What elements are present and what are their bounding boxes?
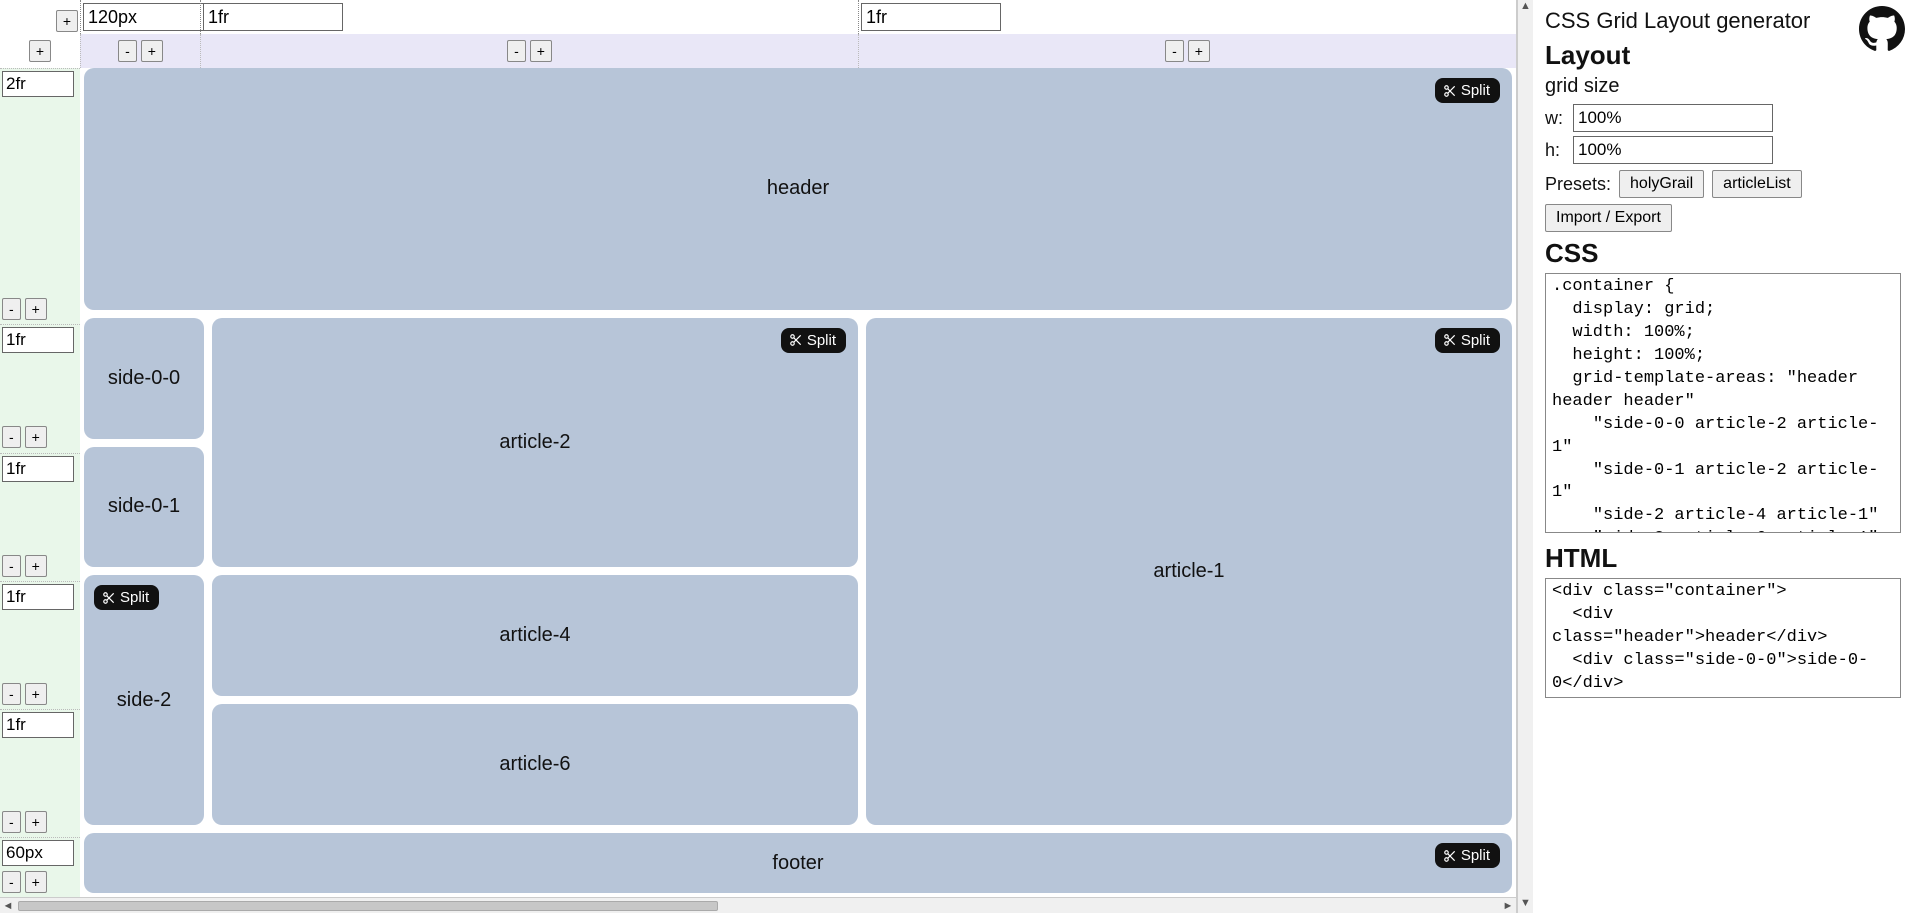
grid-area-header[interactable]: header Split [84,68,1512,310]
column-header-1 [200,0,858,34]
column-track-controls: + - + - + - + [0,34,1516,68]
row-3-remove-button[interactable]: - [2,683,21,705]
row-5-remove-button[interactable]: - [2,871,21,893]
github-link[interactable] [1859,6,1905,52]
row-1-add-button[interactable]: + [25,426,47,448]
column-1-add-button[interactable]: + [530,40,552,62]
grid-area-label: article-1 [1153,560,1224,583]
row-5-add-button[interactable]: + [25,871,47,893]
row-0-remove-button[interactable]: - [2,298,21,320]
split-label: Split [1461,847,1490,864]
side-panel: CSS Grid Layout generator Layout grid si… [1533,0,1913,913]
row-size-input-0[interactable] [2,71,74,97]
grid-area-label: header [767,177,829,200]
grid-area-label: side-0-1 [108,495,180,518]
split-label: Split [1461,82,1490,99]
scroll-left-arrow-icon[interactable]: ◄ [0,900,16,912]
scissors-icon [1443,849,1457,863]
layout-heading: Layout [1545,40,1901,71]
grid-area-label: side-2 [117,689,171,712]
corner-cell: + [0,0,80,34]
grid-editor: + + - + [0,0,1517,913]
scissors-icon [102,591,116,605]
split-button-header[interactable]: Split [1435,78,1500,103]
row-size-input-5[interactable] [2,840,74,866]
split-label: Split [807,332,836,349]
add-row-top-button[interactable]: + [29,40,51,62]
column-size-input-1[interactable] [203,3,343,31]
scissors-icon [1443,333,1457,347]
github-icon [1859,39,1905,56]
height-label: h: [1545,140,1567,161]
html-output[interactable] [1545,578,1901,698]
row-3-add-button[interactable]: + [25,683,47,705]
scroll-up-arrow-icon[interactable]: ▲ [1520,0,1531,16]
grid-area-article-2[interactable]: article-2 Split [212,318,858,568]
css-heading: CSS [1545,238,1901,269]
column-1-remove-button[interactable]: - [507,40,526,62]
grid-area-article-4[interactable]: article-4 [212,575,858,696]
grid-canvas: header Split side-0-0 side-0-1 [80,68,1516,897]
scissors-icon [1443,84,1457,98]
css-output[interactable] [1545,273,1901,533]
split-button-side-2[interactable]: Split [94,585,159,610]
column-size-input-2[interactable] [861,3,1001,31]
scissors-icon [789,333,803,347]
column-0-add-button[interactable]: + [141,40,163,62]
row-4-add-button[interactable]: + [25,811,47,833]
column-2-remove-button[interactable]: - [1165,40,1184,62]
height-input[interactable] [1573,136,1773,164]
column-header-0 [80,0,200,34]
import-export-button[interactable]: Import / Export [1545,204,1672,232]
grid-size-label: grid size [1545,75,1901,98]
grid-area-label: side-0-0 [108,367,180,390]
preset-articlelist-button[interactable]: articleList [1712,170,1802,198]
grid-area-label: footer [772,852,823,875]
app-title: CSS Grid Layout generator [1545,8,1901,34]
grid-area-label: article-2 [499,431,570,454]
grid-area-article-6[interactable]: article-6 [212,704,858,825]
row-4-remove-button[interactable]: - [2,811,21,833]
grid-area-label: article-4 [499,624,570,647]
grid-area-label: article-6 [499,753,570,776]
grid-area-footer[interactable]: footer Split [84,833,1512,893]
preset-holygrail-button[interactable]: holyGrail [1619,170,1704,198]
row-2-remove-button[interactable]: - [2,555,21,577]
split-label: Split [120,589,149,606]
scroll-down-arrow-icon[interactable]: ▼ [1520,897,1531,913]
row-size-input-2[interactable] [2,456,74,482]
vertical-scrollbar[interactable]: ▲ ▼ [1517,0,1533,913]
column-0-remove-button[interactable]: - [118,40,137,62]
width-label: w: [1545,108,1567,129]
row-2-add-button[interactable]: + [25,555,47,577]
grid-area-article-1[interactable]: article-1 Split [866,318,1512,825]
scroll-right-arrow-icon[interactable]: ► [1500,900,1516,912]
row-gutter: - + - + - + [0,68,80,897]
presets-label: Presets: [1545,174,1611,195]
row-0-add-button[interactable]: + [25,298,47,320]
grid-area-side-2[interactable]: side-2 Split [84,575,204,825]
row-1-remove-button[interactable]: - [2,426,21,448]
row-size-input-3[interactable] [2,584,74,610]
grid-area-side-0-0[interactable]: side-0-0 [84,318,204,439]
split-button-article-1[interactable]: Split [1435,328,1500,353]
horizontal-scroll-thumb[interactable] [18,901,718,911]
split-button-footer[interactable]: Split [1435,843,1500,868]
split-label: Split [1461,332,1490,349]
add-corner-button[interactable]: + [56,10,78,32]
row-size-input-1[interactable] [2,327,74,353]
width-input[interactable] [1573,104,1773,132]
row-size-input-4[interactable] [2,712,74,738]
column-2-add-button[interactable]: + [1188,40,1210,62]
column-headers: + [0,0,1516,34]
split-button-article-2[interactable]: Split [781,328,846,353]
horizontal-scrollbar[interactable]: ◄ ► [0,897,1516,913]
html-heading: HTML [1545,543,1901,574]
grid-area-side-0-1[interactable]: side-0-1 [84,447,204,568]
column-header-2 [858,0,1516,34]
